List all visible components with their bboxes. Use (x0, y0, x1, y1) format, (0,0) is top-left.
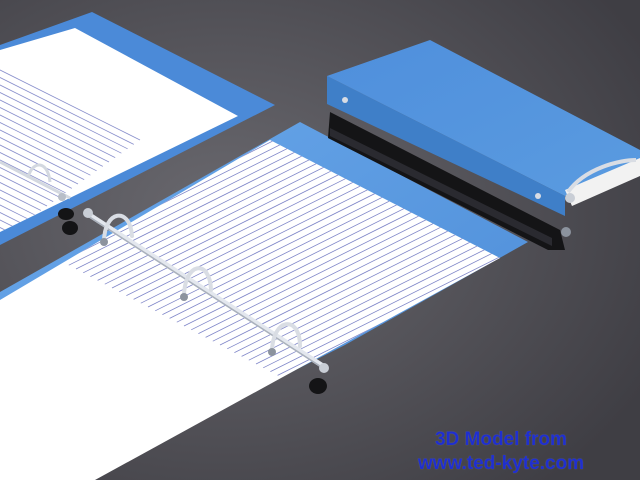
rivet-icon (100, 238, 108, 246)
ring-base (62, 221, 78, 235)
ring-base (58, 208, 74, 220)
rivet-icon (565, 193, 575, 203)
rivet-icon (535, 193, 541, 199)
rivet-icon (268, 348, 276, 356)
watermark: 3D Model from www.ted-kyte.com (418, 428, 584, 476)
binder-scene: 3D Model from www.ted-kyte.com (0, 0, 640, 480)
rivet-icon (58, 193, 66, 201)
rivet-icon (83, 208, 93, 218)
scene-illustration (0, 0, 640, 480)
ring-base (309, 378, 327, 394)
watermark-line-1: 3D Model from (434, 429, 567, 450)
rivet-icon (342, 97, 348, 103)
rivet-icon (561, 227, 571, 237)
watermark-line-2: www.ted-kyte.com (417, 453, 584, 474)
rivet-icon (319, 363, 329, 373)
rivet-icon (180, 293, 188, 301)
